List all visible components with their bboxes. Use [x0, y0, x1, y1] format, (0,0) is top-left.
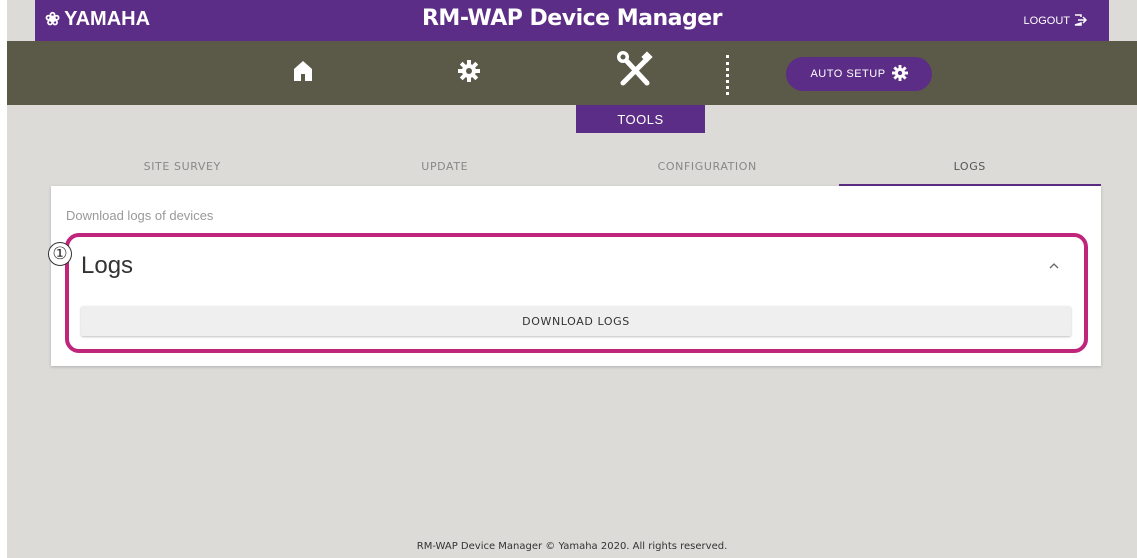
- logout-button[interactable]: LOGOUT: [1023, 14, 1088, 27]
- page: ❀ YAMAHA RM-WAP Device Manager LOGOUT AU…: [7, 0, 1137, 558]
- auto-setup-gear-icon: [891, 64, 908, 84]
- footer-copyright: RM-WAP Device Manager © Yamaha 2020. All…: [416, 541, 728, 552]
- tab-update[interactable]: UPDATE: [314, 150, 577, 186]
- gear-icon[interactable]: [457, 59, 481, 83]
- logs-section-title: Logs: [81, 252, 134, 279]
- main-navbar: AUTO SETUP: [7, 41, 1137, 105]
- active-section-label: TOOLS: [576, 105, 705, 133]
- auto-setup-button[interactable]: AUTO SETUP: [786, 57, 932, 91]
- home-icon[interactable]: [291, 59, 315, 83]
- logout-icon: [1074, 14, 1088, 27]
- tab-bar: SITE SURVEY UPDATE CONFIGURATION LOGS: [51, 150, 1101, 186]
- logout-label: LOGOUT: [1023, 14, 1070, 27]
- callout-number: ①: [48, 242, 72, 266]
- tab-logs[interactable]: LOGS: [838, 150, 1102, 186]
- panel-description: Download logs of devices: [66, 208, 214, 223]
- top-header: ❀ YAMAHA RM-WAP Device Manager LOGOUT: [35, 0, 1109, 41]
- tab-site-survey[interactable]: SITE SURVEY: [51, 150, 314, 186]
- nav-separator: [726, 55, 729, 95]
- tools-icon[interactable]: [615, 49, 655, 89]
- auto-setup-label: AUTO SETUP: [810, 68, 886, 80]
- chevron-up-icon[interactable]: [1049, 256, 1059, 272]
- tab-configuration[interactable]: CONFIGURATION: [576, 150, 839, 186]
- logs-panel: Download logs of devices ① Logs DOWNLOAD…: [48, 186, 1101, 366]
- app-title: RM-WAP Device Manager: [421, 6, 723, 31]
- download-logs-button[interactable]: DOWNLOAD LOGS: [81, 306, 1071, 336]
